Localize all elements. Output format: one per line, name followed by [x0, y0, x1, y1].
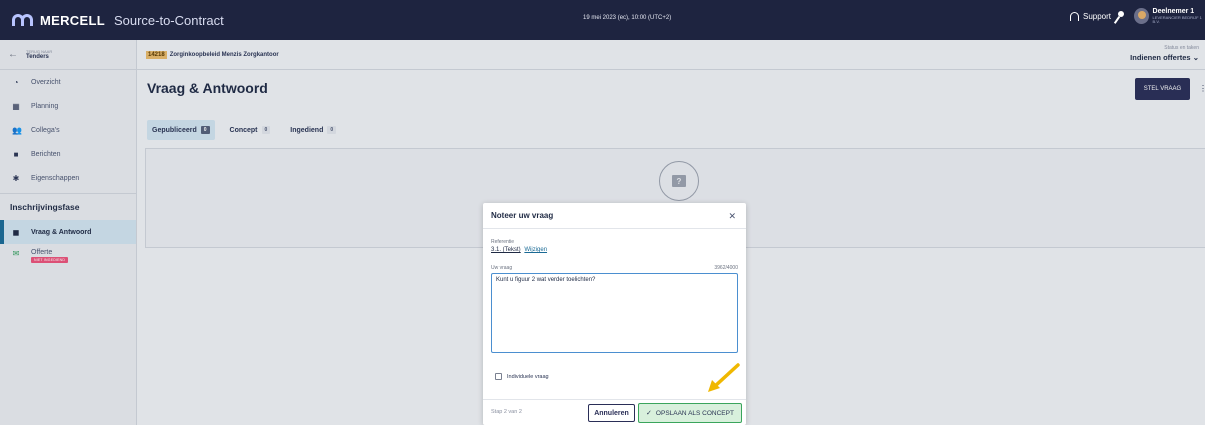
- brand-name: MERCELL: [40, 12, 105, 28]
- annotation-arrow-icon: [708, 363, 740, 392]
- user-organisation: LEVERANCIER BEDRIJF 1 B.V.: [1152, 14, 1202, 25]
- save-label: OPSLAAN ALS CONCEPT: [655, 409, 734, 417]
- headset-icon: [1070, 12, 1079, 21]
- support-link[interactable]: Support: [1070, 12, 1111, 21]
- avatar: [1134, 8, 1149, 25]
- support-label: Support: [1083, 12, 1112, 21]
- user-menu[interactable]: Deelnemer 1 LEVERANCIER BEDRIJF 1 B.V.: [1134, 8, 1205, 25]
- save-as-concept-button[interactable]: ✓ OPSLAAN ALS CONCEPT: [638, 403, 742, 423]
- change-reference-link[interactable]: Wijzigen: [524, 247, 547, 253]
- top-bar: MERCELL Source-to-Contract 19 mei 2023 (…: [0, 0, 1205, 40]
- close-icon[interactable]: ✕: [728, 211, 736, 222]
- question-textarea[interactable]: Kunt u figuur 2 wat verder toelichten?: [491, 273, 738, 353]
- brand-subtitle: Source-to-Contract: [113, 12, 224, 28]
- reference-value: 3.1. (Tekst) Wijzigen: [491, 247, 547, 253]
- question-label: Uw vraag: [491, 265, 513, 271]
- check-icon: ✓: [646, 410, 652, 417]
- mercell-logo[interactable]: MERCELL Source-to-Contract: [12, 13, 224, 28]
- cancel-button[interactable]: Annuleren: [588, 404, 635, 422]
- checkbox-label: Individuele vraag: [507, 373, 549, 380]
- individual-question-option[interactable]: Individuele vraag: [495, 373, 549, 380]
- key-icon[interactable]: [1112, 10, 1126, 26]
- character-counter: 3962/4000: [714, 265, 738, 271]
- dialog-footer: Stap 2 van 2 Annuleren ✓ OPSLAAN ALS CON…: [483, 399, 746, 425]
- individual-question-checkbox[interactable]: [495, 373, 502, 380]
- mercell-logo-icon: [12, 14, 34, 26]
- datetime-text: 19 mei 2023 (ec), 10:00 (UTC+2): [583, 15, 672, 21]
- reference-text: 3.1. (Tekst): [491, 247, 521, 253]
- dialog-title: Noteer uw vraag: [491, 211, 554, 220]
- step-indicator: Stap 2 van 2: [491, 409, 522, 415]
- reference-label: Referentie: [491, 239, 515, 245]
- dialog-header: Noteer uw vraag: [483, 203, 746, 229]
